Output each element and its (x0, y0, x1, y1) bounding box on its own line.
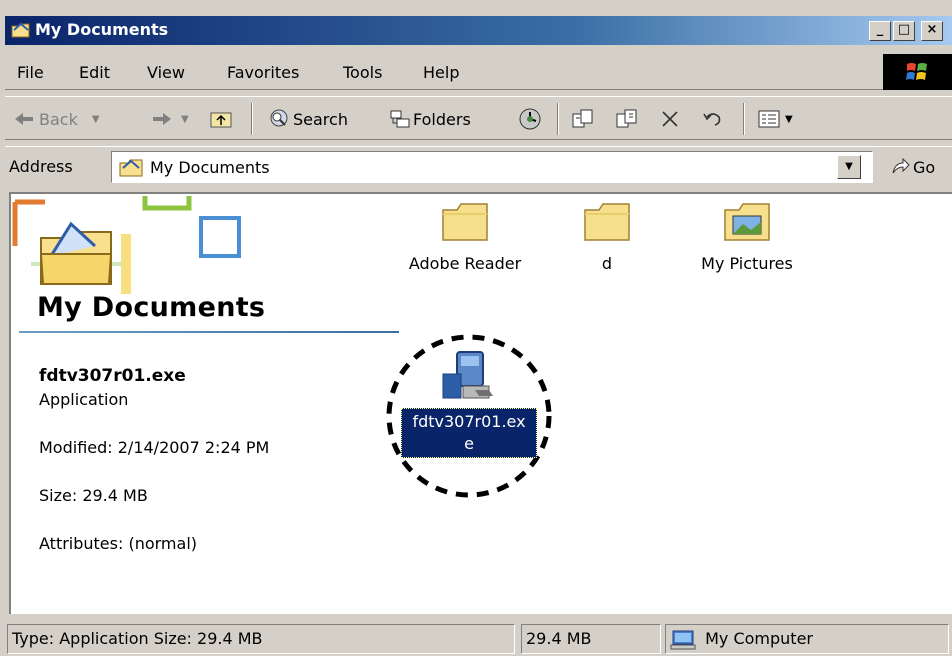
delete-icon (662, 111, 678, 127)
panel-divider (19, 331, 399, 333)
menu-tools[interactable]: Tools (343, 63, 382, 82)
folder-icon (11, 22, 30, 38)
folder-icon (584, 203, 630, 241)
title-bar[interactable]: My Documents _ □ × (5, 16, 952, 45)
move-to-icon (572, 109, 593, 128)
menu-favorites[interactable]: Favorites (227, 63, 299, 82)
forward-arrow-icon (153, 113, 171, 125)
search-button[interactable]: Search (267, 107, 348, 131)
window-title: My Documents (35, 20, 169, 39)
search-icon (270, 109, 288, 127)
menu-file[interactable]: File (17, 63, 44, 82)
selected-file-type: Application (39, 390, 129, 409)
status-size: 29.4 MB (521, 624, 661, 654)
history-icon (519, 108, 541, 130)
modified-date: Modified: 2/14/2007 2:24 PM (39, 438, 270, 457)
standard-toolbar: Back ▼ ▼ Search Folders ▼ (5, 96, 952, 140)
chevron-down-icon: ▼ (181, 113, 189, 125)
details-panel: My Documents fdtv307r01.exe Application … (11, 194, 399, 614)
selected-file-name: fdtv307r01.exe (39, 366, 186, 386)
folder-item-my-pictures[interactable]: My Pictures (687, 200, 807, 273)
views-button[interactable]: ▼ (757, 107, 793, 131)
delete-button[interactable] (659, 107, 681, 131)
folder-view: My Documents fdtv307r01.exe Application … (9, 192, 952, 614)
views-icon (758, 110, 780, 128)
minimize-button[interactable]: _ (869, 21, 891, 41)
address-input[interactable]: My Documents (111, 151, 873, 183)
status-bar: Type: Application Size: 29.4 MB 29.4 MB … (5, 620, 952, 656)
address-dropdown-button[interactable]: ▼ (837, 155, 861, 179)
up-folder-button[interactable] (209, 107, 233, 131)
close-button[interactable]: × (921, 21, 943, 41)
my-documents-icon (119, 159, 143, 177)
up-folder-icon (210, 112, 232, 128)
copy-to-icon (616, 109, 637, 128)
folder-item-adobe-reader[interactable]: Adobe Reader (395, 200, 535, 273)
folder-item-d[interactable]: d (559, 200, 655, 273)
address-value: My Documents (150, 158, 270, 177)
forward-button[interactable]: ▼ (151, 107, 189, 131)
undo-button[interactable] (701, 107, 725, 131)
installer-exe-icon (442, 351, 493, 399)
maximize-button[interactable]: □ (893, 21, 915, 41)
file-attributes: Attributes: (normal) (39, 534, 198, 553)
copy-to-button[interactable] (615, 107, 639, 131)
explorer-window: My Documents _ □ × File Edit View Favori… (0, 0, 952, 656)
chevron-down-icon: ▼ (91, 113, 100, 125)
go-button[interactable]: Go (889, 157, 935, 177)
my-computer-icon (670, 630, 696, 649)
move-to-button[interactable] (571, 107, 595, 131)
address-bar: Address My Documents ▼ Go (5, 146, 952, 186)
chevron-down-icon: ▼ (785, 113, 793, 125)
chevron-down-icon: ▼ (845, 161, 853, 172)
folder-icon (442, 203, 488, 241)
status-zone: My Computer (665, 624, 949, 654)
undo-icon (703, 113, 721, 126)
selected-file-label: fdtv307r01.ex e (401, 408, 537, 458)
menu-edit[interactable]: Edit (79, 63, 110, 82)
pictures-folder-icon (724, 203, 770, 241)
windows-logo-icon (883, 54, 952, 90)
folders-icon (390, 110, 410, 128)
file-size: Size: 29.4 MB (39, 486, 148, 505)
menu-view[interactable]: View (147, 63, 185, 82)
back-button[interactable]: Back ▼ (13, 107, 100, 131)
folders-button[interactable]: Folders (389, 107, 471, 131)
my-documents-hero-icon (12, 196, 241, 294)
menu-help[interactable]: Help (423, 63, 459, 82)
history-button[interactable] (517, 107, 543, 131)
panel-title: My Documents (37, 292, 266, 323)
back-arrow-icon (15, 113, 33, 125)
menu-bar: File Edit View Favorites Tools Help (5, 54, 952, 90)
go-arrow-icon (892, 157, 910, 174)
status-type-info: Type: Application Size: 29.4 MB (7, 624, 515, 654)
selected-file-item[interactable]: fdtv307r01.ex e (383, 332, 555, 500)
address-label: Address (9, 157, 73, 176)
